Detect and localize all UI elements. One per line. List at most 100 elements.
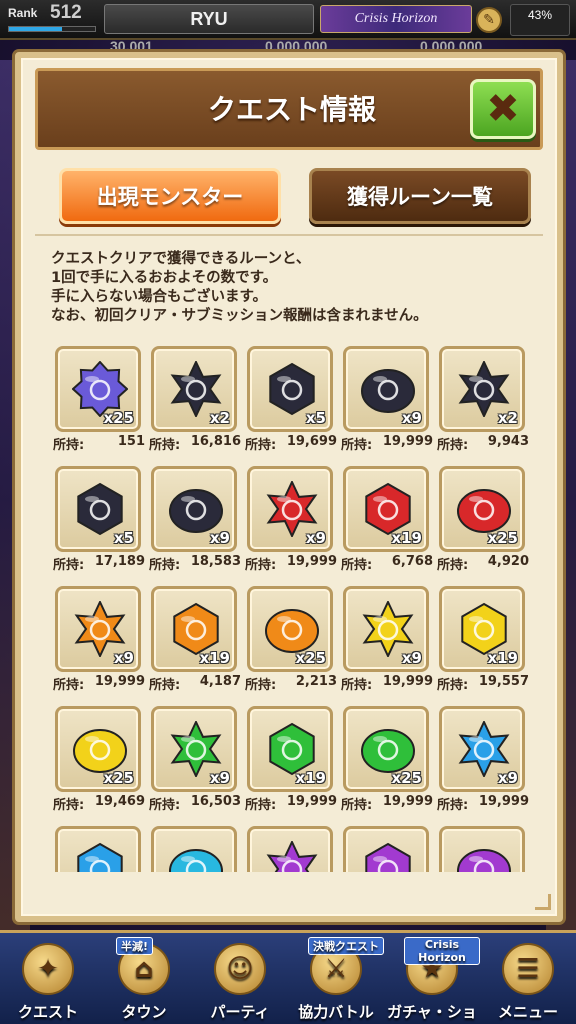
- nav-badge: 決戦クエスト: [308, 937, 384, 955]
- owned-value: 19,999: [382, 434, 433, 449]
- owned-label: 所持:: [245, 558, 277, 573]
- purple-rune-icon: [360, 841, 416, 872]
- rune-item[interactable]: x9 所持: 16,503: [149, 706, 241, 814]
- owned-value: 18,583: [190, 554, 241, 569]
- nav-item-town[interactable]: ⌂ 半減! タウン: [96, 937, 192, 1024]
- owned-value: 151: [117, 434, 145, 449]
- quest-info-modal: クエスト情報 ✖ 出現モンスター 獲得ルーン一覧 クエストクリアで獲得できるルー…: [15, 52, 563, 922]
- rune-item[interactable]: x5 所持: 17,189: [53, 466, 145, 574]
- nav-label: クエスト: [17, 1003, 78, 1021]
- owned-value: 19,999: [94, 674, 145, 689]
- nav-badge: 半減!: [116, 937, 154, 955]
- rune-item[interactable]: x19 所持: 4,187: [149, 586, 241, 694]
- rune-owned-count: 所持: 19,999: [341, 434, 433, 453]
- rune-owned-count: 所持: 19,699: [245, 434, 337, 453]
- rune-item[interactable]: x25 所持: 19,469: [53, 706, 145, 814]
- rune-count: x25: [103, 769, 134, 787]
- nav-item-gacha-shop[interactable]: ★Crisis Horizonガチャ・ショップ: [384, 937, 480, 1024]
- rune-owned-count: 所持: 19,999: [437, 794, 529, 813]
- owned-value: 2,213: [295, 674, 337, 689]
- rune-item[interactable]: x25 所持: 19,999: [341, 706, 433, 814]
- description-line: 1回で手に入るおおよその数です。: [51, 270, 278, 286]
- rune-count: x9: [497, 769, 518, 787]
- nav-label: ガチャ・ショップ: [387, 1003, 477, 1021]
- rune-tile: x25: [55, 706, 141, 792]
- rune-tile: x2: [151, 346, 237, 432]
- owned-label: 所持:: [341, 678, 373, 693]
- rune-item[interactable]: [439, 826, 527, 872]
- blue-rune-icon: [72, 841, 128, 872]
- rune-tile: x9: [439, 706, 525, 792]
- owned-value: 19,699: [286, 434, 337, 449]
- rune-item[interactable]: x9 所持: 19,999: [341, 586, 433, 694]
- rune-owned-count: 所持: 151: [53, 434, 145, 453]
- quest-icon: ✦: [22, 943, 74, 995]
- rune-item[interactable]: x19 所持: 19,999: [245, 706, 337, 814]
- rune-count: x9: [401, 409, 422, 427]
- nav-item-menu[interactable]: ☰ メニュー: [480, 943, 576, 1024]
- party-icon: ☺: [214, 943, 266, 995]
- event-banner[interactable]: Crisis Horizon: [320, 5, 472, 33]
- rune-item[interactable]: [247, 826, 335, 872]
- rune-item[interactable]: x9 所持: 18,583: [149, 466, 241, 574]
- rune-item[interactable]: x19 所持: 6,768: [341, 466, 433, 574]
- rune-item[interactable]: [55, 826, 143, 872]
- rune-grid[interactable]: x25 所持: 151 x2 所持: 16,816 x5 所持: 19,699 x9 所持: 19,9…: [21, 340, 557, 872]
- battery-indicator: 43%: [510, 4, 570, 36]
- tab-rune-list[interactable]: 獲得ルーン一覧: [309, 168, 531, 224]
- tab-appearing-monsters[interactable]: 出現モンスター: [59, 168, 281, 224]
- rune-count: x9: [209, 769, 230, 787]
- nav-label: 協力バトル: [298, 1003, 374, 1021]
- rune-tile: x9: [151, 706, 237, 792]
- rune-tile: x19: [439, 586, 525, 672]
- rune-tile: x9: [151, 466, 237, 552]
- purple-rune-icon: [456, 841, 512, 872]
- rune-count: x9: [401, 649, 422, 667]
- owned-value: 16,816: [190, 434, 241, 449]
- rune-owned-count: 所持: 19,999: [341, 794, 433, 813]
- close-button[interactable]: ✖: [470, 79, 536, 139]
- rune-owned-count: 所持: 16,503: [149, 794, 241, 813]
- rune-item[interactable]: x2 所持: 16,816: [149, 346, 241, 454]
- rune-item[interactable]: x9 所持: 19,999: [53, 586, 145, 694]
- rune-item[interactable]: x25 所持: 2,213: [245, 586, 337, 694]
- divider: [35, 234, 543, 236]
- rune-owned-count: 所持: 19,999: [53, 674, 145, 693]
- rune-owned-count: 所持: 19,999: [341, 674, 433, 693]
- rune-item[interactable]: [343, 826, 431, 872]
- rune-item[interactable]: x9 所持: 19,999: [341, 346, 433, 454]
- owned-value: 19,469: [94, 794, 145, 809]
- rune-item[interactable]: x5 所持: 19,699: [245, 346, 337, 454]
- nav-item-coop-battle[interactable]: ⚔ 決戦クエスト 協力バトル: [288, 937, 384, 1024]
- nav-item-party[interactable]: ☺ パーティ: [192, 943, 288, 1024]
- nav-label: メニュー: [497, 1003, 558, 1021]
- rune-tile: x25: [439, 466, 525, 552]
- rune-item[interactable]: x19 所持: 19,557: [437, 586, 529, 694]
- rune-tile: [439, 826, 525, 872]
- rune-count: x9: [209, 529, 230, 547]
- owned-value: 19,999: [382, 674, 433, 689]
- owned-label: 所持:: [245, 438, 277, 453]
- owned-label: 所持:: [437, 558, 469, 573]
- rune-tile: [55, 826, 141, 872]
- owned-label: 所持:: [437, 438, 469, 453]
- rune-item[interactable]: [151, 826, 239, 872]
- rune-item[interactable]: x9 所持: 19,999: [437, 706, 529, 814]
- rune-item[interactable]: x25 所持: 151: [53, 346, 145, 454]
- owned-label: 所持:: [149, 558, 181, 573]
- rune-count: x19: [295, 769, 326, 787]
- rank-value: 512: [50, 2, 82, 23]
- pencil-icon[interactable]: ✎: [476, 7, 502, 33]
- rune-count: x25: [487, 529, 518, 547]
- nav-label: パーティ: [210, 1003, 270, 1021]
- rune-owned-count: 所持: 19,999: [245, 794, 337, 813]
- rune-count: x5: [113, 529, 134, 547]
- nav-item-quest[interactable]: ✦ クエスト: [0, 943, 96, 1024]
- rune-item[interactable]: x9 所持: 19,999: [245, 466, 337, 574]
- player-name[interactable]: RYU: [104, 4, 314, 34]
- owned-value: 19,999: [478, 794, 529, 809]
- rune-item[interactable]: x2 所持: 9,943: [437, 346, 529, 454]
- owned-label: 所持:: [437, 798, 469, 813]
- rune-item[interactable]: x25 所持: 4,920: [437, 466, 529, 574]
- rune-tile: x2: [439, 346, 525, 432]
